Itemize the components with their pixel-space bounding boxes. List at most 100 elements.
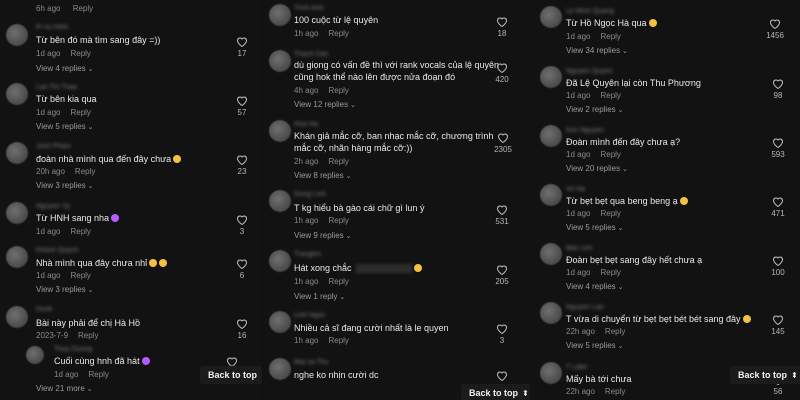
view-replies-link[interactable]: View 8 replies (294, 171, 351, 180)
comment-username[interactable]: Trinh Anh (294, 5, 324, 12)
view-replies-link[interactable]: View 9 replies (294, 231, 351, 240)
like-button[interactable]: 16 (232, 318, 252, 340)
avatar[interactable] (540, 125, 562, 147)
view-replies-link[interactable]: View 3 replies (36, 181, 93, 190)
reply-link[interactable]: Reply (328, 29, 348, 38)
view-more-replies-link[interactable]: View 21 more (36, 384, 93, 393)
like-button[interactable]: 531 (492, 204, 512, 226)
like-button[interactable]: 57 (232, 95, 252, 117)
avatar[interactable] (269, 120, 291, 142)
reply-link[interactable]: Reply (328, 86, 348, 95)
view-replies-link[interactable]: View 4 replies (566, 282, 623, 291)
reply-link[interactable]: Reply (600, 91, 620, 100)
avatar[interactable] (6, 83, 28, 105)
like-button[interactable]: 100 (768, 255, 788, 277)
reply-link[interactable]: Reply (600, 150, 620, 159)
like-button[interactable]: 18 (492, 16, 512, 38)
comment-username[interactable]: Dung Linh (294, 191, 326, 198)
avatar[interactable] (540, 6, 562, 28)
like-button[interactable]: 205 (492, 264, 512, 286)
like-button[interactable]: 2305 (490, 132, 516, 154)
avatar[interactable] (540, 66, 562, 88)
view-replies-link[interactable]: View 4 replies (36, 64, 93, 73)
like-button[interactable]: 471 (768, 196, 788, 218)
avatar[interactable] (269, 250, 291, 272)
view-replies-link[interactable]: View 5 replies (566, 223, 623, 232)
avatar[interactable] (269, 311, 291, 333)
like-button[interactable]: 6 (232, 258, 252, 280)
like-button[interactable]: 23 (232, 154, 252, 176)
reply-link[interactable]: Reply (600, 268, 620, 277)
comment-username[interactable]: Dunk (36, 306, 52, 313)
comment-username[interactable]: Trangles (294, 251, 321, 258)
avatar[interactable] (6, 202, 28, 224)
comment-username[interactable]: Nguyen Vy (36, 203, 70, 210)
comment-username[interactable]: Pi nu Hieh (36, 24, 68, 31)
like-button[interactable]: 98 (768, 78, 788, 100)
avatar[interactable] (269, 50, 291, 72)
view-replies-link[interactable]: View 5 replies (36, 122, 93, 131)
comment-username[interactable]: T Lake (566, 364, 587, 371)
avatar[interactable] (269, 190, 291, 212)
avatar[interactable] (6, 246, 28, 268)
reply-link[interactable]: Reply (605, 327, 625, 336)
comment-username[interactable]: Mai Linh (566, 245, 592, 252)
reply-link[interactable]: Reply (78, 331, 98, 340)
comment-username[interactable]: Linh Ngoc (294, 312, 326, 319)
like-button[interactable]: 1456 (762, 18, 788, 40)
like-button[interactable]: 3 (232, 214, 252, 236)
comment-username[interactable]: Vo Ha (566, 186, 585, 193)
avatar[interactable] (26, 346, 44, 364)
comment-username[interactable]: Nguyen Lan (566, 304, 604, 311)
comment-username[interactable]: Josh Pham (36, 143, 71, 150)
reply-link[interactable]: Reply (605, 387, 625, 396)
reply-link[interactable]: Reply (328, 157, 348, 166)
reply-link[interactable]: Reply (328, 336, 348, 345)
comment-username[interactable]: Kim Nguyen (566, 127, 604, 134)
view-replies-link[interactable]: View 5 replies (566, 341, 623, 350)
avatar[interactable] (540, 302, 562, 324)
view-replies-link[interactable]: View 1 reply (294, 292, 345, 301)
avatar[interactable] (269, 358, 291, 380)
reply-link[interactable]: Reply (88, 370, 108, 379)
reply-link[interactable]: Reply (70, 108, 90, 117)
like-button[interactable] (492, 370, 512, 383)
reply-link[interactable]: Reply (600, 32, 620, 41)
like-button[interactable]: 420 (492, 62, 512, 84)
back-to-top-button[interactable]: Back to top⇞ (461, 384, 530, 400)
reply-link[interactable]: Reply (600, 209, 620, 218)
avatar[interactable] (6, 306, 28, 328)
avatar[interactable] (6, 24, 28, 46)
comment-username[interactable]: Thanh Dan (294, 51, 329, 58)
comment-username[interactable]: Hoa Ha (294, 121, 318, 128)
reply-link[interactable]: Reply (73, 4, 93, 13)
view-replies-link[interactable]: View 20 replies (566, 164, 628, 173)
avatar[interactable] (540, 184, 562, 206)
comment-username[interactable]: Khánh Quỳnh (36, 247, 79, 254)
reply-link[interactable]: Reply (328, 216, 348, 225)
avatar[interactable] (540, 362, 562, 384)
like-button[interactable]: 145 (768, 314, 788, 336)
reply-link[interactable]: Reply (328, 277, 348, 286)
like-button[interactable]: 17 (232, 36, 252, 58)
comment-username[interactable]: Nguyen Quyen (566, 68, 613, 75)
reply-link[interactable]: Reply (75, 167, 95, 176)
view-replies-link[interactable]: View 34 replies (566, 46, 628, 55)
view-replies-link[interactable]: View 12 replies (294, 100, 356, 109)
reply-link[interactable]: Reply (70, 227, 90, 236)
reply-link[interactable]: Reply (70, 271, 90, 280)
avatar[interactable] (540, 243, 562, 265)
avatar[interactable] (6, 142, 28, 164)
back-to-top-button[interactable]: Back to top⇞ (200, 366, 262, 384)
view-replies-link[interactable]: View 2 replies (566, 105, 623, 114)
back-to-top-button[interactable]: Back to top⇞ (730, 366, 800, 384)
comment-username[interactable]: Le Minh Quang (566, 8, 614, 15)
view-replies-link[interactable]: View 3 replies (36, 285, 93, 294)
comment-username[interactable]: Thuy Duong (54, 346, 92, 353)
comment-username[interactable]: Lan Thi Thao (36, 84, 77, 91)
reply-link[interactable]: Reply (70, 49, 90, 58)
comment-username[interactable]: Mai ca Thu (294, 359, 329, 366)
like-button[interactable]: 593 (768, 137, 788, 159)
like-button[interactable]: 3 (492, 323, 512, 345)
avatar[interactable] (269, 4, 291, 26)
